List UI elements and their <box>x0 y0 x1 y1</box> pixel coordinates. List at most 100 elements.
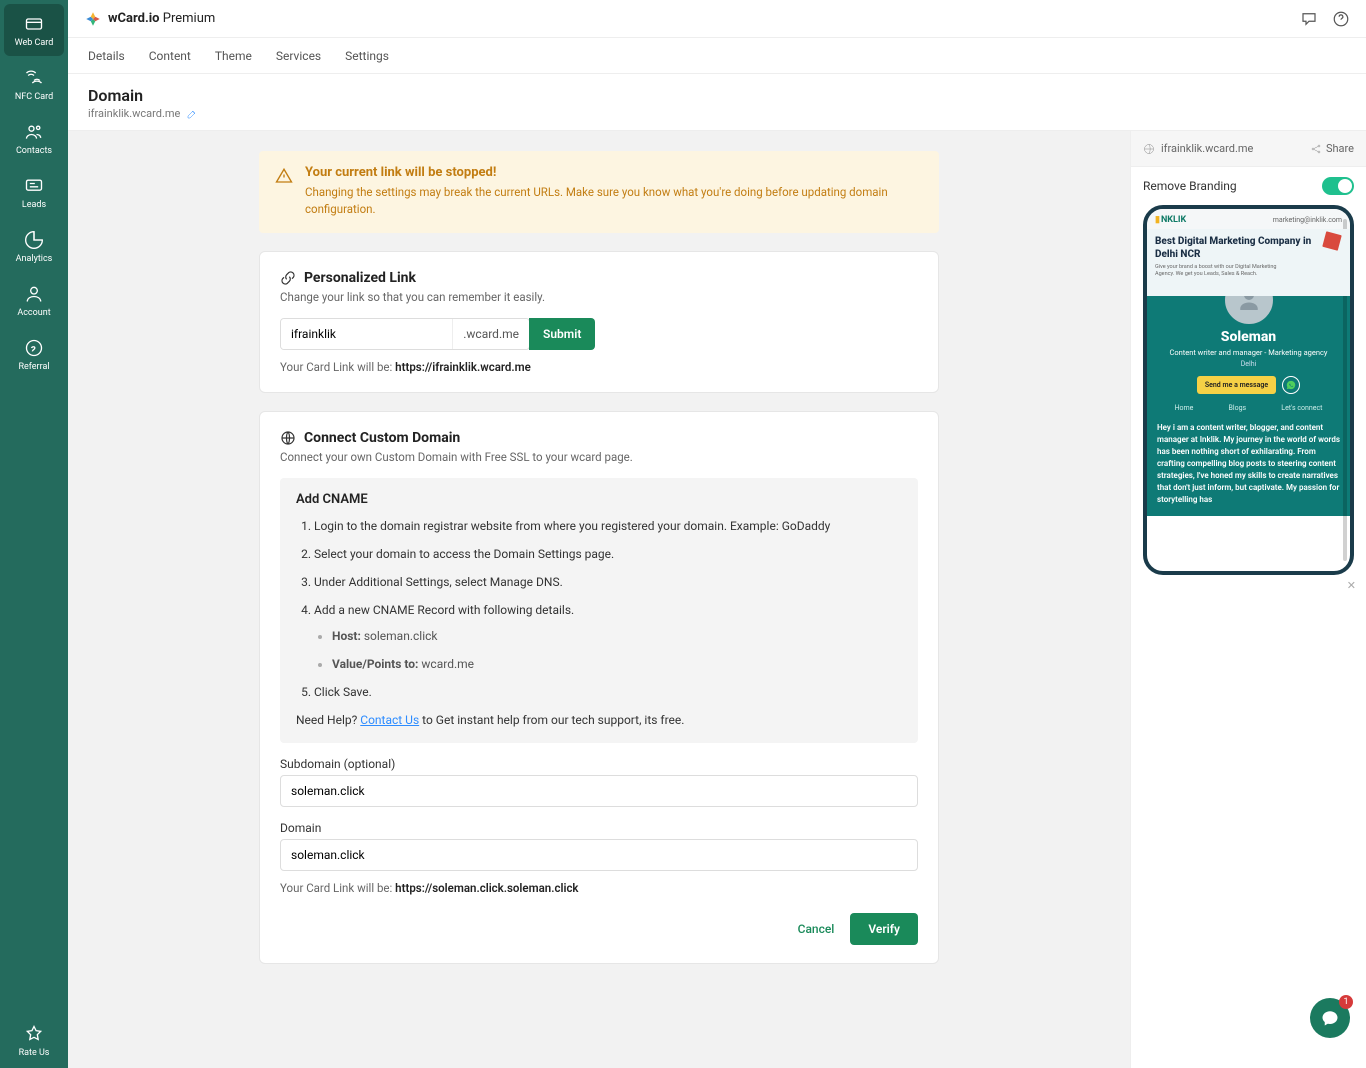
preview-hero-title: Best Digital Marketing Company in Delhi … <box>1155 235 1323 261</box>
sidebar-item-referral[interactable]: Referral <box>4 328 64 380</box>
sidebar-item-webcard[interactable]: Web Card <box>4 4 64 56</box>
branding-toggle[interactable] <box>1322 177 1354 195</box>
content-area: Your current link will be stopped! Chang… <box>68 131 1130 1068</box>
sidebar-item-label: Referral <box>18 362 49 372</box>
phone-preview: NKLIK marketing@inklik.com Best Digital … <box>1143 205 1354 575</box>
custom-domain-card: Connect Custom Domain Connect your own C… <box>259 411 939 964</box>
page-title: Domain <box>88 86 1346 105</box>
preview-panel: ifrainklik.wcard.me Share Remove Brandin… <box>1130 131 1366 1068</box>
card-icon <box>24 14 44 34</box>
domain-input[interactable] <box>280 839 918 871</box>
sidebar-item-label: Analytics <box>16 254 53 264</box>
referral-icon <box>24 338 44 358</box>
page-url: ifrainklik.wcard.me <box>88 107 180 120</box>
preview-hero: Best Digital Marketing Company in Delhi … <box>1147 229 1350 296</box>
verify-button[interactable]: Verify <box>850 913 918 945</box>
preview-bio: Hey i am a content writer, blogger, and … <box>1157 422 1340 506</box>
account-icon <box>24 284 44 304</box>
cube-icon <box>1322 231 1342 251</box>
cname-step-5: Click Save. <box>314 683 902 701</box>
subdomain-input[interactable] <box>280 775 918 807</box>
personalized-sub: Change your link so that you can remembe… <box>280 290 918 304</box>
cancel-button[interactable]: Cancel <box>798 922 835 936</box>
nfc-icon <box>24 68 44 88</box>
domain-label: Domain <box>280 821 918 835</box>
slug-input[interactable] <box>281 319 452 349</box>
link-note: Your Card Link will be: https://ifrainkl… <box>280 360 918 374</box>
cname-step-3: Under Additional Settings, select Manage… <box>314 573 902 591</box>
preview-cta[interactable]: Send me a message <box>1197 376 1276 394</box>
cname-title: Add CNAME <box>296 492 902 507</box>
chat-fab[interactable]: 1 <box>1310 998 1350 1038</box>
whatsapp-icon[interactable] <box>1282 376 1300 394</box>
brand-icon <box>84 10 102 28</box>
brand-tier: Premium <box>163 11 216 26</box>
tab-theme[interactable]: Theme <box>215 39 252 73</box>
cname-value: Value/Points to: wcard.me <box>332 655 902 673</box>
branding-label: Remove Branding <box>1143 179 1237 193</box>
content-wrap: Your current link will be stopped! Chang… <box>68 131 1366 1068</box>
cname-host: Host: soleman.click <box>332 627 902 645</box>
leads-icon <box>24 176 44 196</box>
close-preview-button[interactable]: ✕ <box>1131 575 1366 592</box>
custom-sub: Connect your own Custom Domain with Free… <box>280 450 918 464</box>
link-input-group: .wcard.me <box>280 318 530 350</box>
sidebar-item-label: Contacts <box>16 146 52 156</box>
tabs: Details Content Theme Services Settings <box>68 38 1366 74</box>
tab-content[interactable]: Content <box>149 39 191 73</box>
help-line: Need Help? Contact Us to Get instant hel… <box>296 711 902 729</box>
link-icon <box>280 270 296 286</box>
cname-step-1: Login to the domain registrar website fr… <box>314 517 902 535</box>
share-icon <box>1310 143 1322 155</box>
contact-link[interactable]: Contact Us <box>360 713 419 727</box>
main-area: wCard.io Premium Details Content Theme S… <box>68 0 1366 1068</box>
share-button[interactable]: Share <box>1310 142 1354 155</box>
preview-loc: Delhi <box>1157 360 1340 368</box>
topbar: wCard.io Premium <box>68 0 1366 38</box>
alert-icon <box>275 167 293 185</box>
page-header: Domain ifrainklik.wcard.me <box>68 74 1366 131</box>
warning-box: Your current link will be stopped! Chang… <box>259 151 939 233</box>
sidebar-item-label: Rate Us <box>19 1048 50 1058</box>
sidebar-item-analytics[interactable]: Analytics <box>4 220 64 272</box>
help-icon[interactable] <box>1332 10 1350 28</box>
preview-nav: Home Blogs Let's connect <box>1157 404 1340 412</box>
tab-details[interactable]: Details <box>88 39 125 73</box>
subdomain-label: Subdomain (optional) <box>280 757 918 771</box>
star-icon <box>24 1024 44 1044</box>
personalized-heading: Personalized Link <box>304 270 416 286</box>
cname-step-2: Select your domain to access the Domain … <box>314 545 902 563</box>
contacts-icon <box>24 122 44 142</box>
submit-button[interactable]: Submit <box>529 318 595 350</box>
sidebar-item-contacts[interactable]: Contacts <box>4 112 64 164</box>
sidebar-item-label: Web Card <box>15 38 54 48</box>
sidebar-item-rate[interactable]: Rate Us <box>4 1014 64 1066</box>
slug-suffix: .wcard.me <box>452 319 529 349</box>
globe-icon <box>280 430 296 446</box>
cname-step-4: Add a new CNAME Record with following de… <box>314 601 902 673</box>
sidebar-item-nfc[interactable]: NFC Card <box>4 58 64 110</box>
cname-box: Add CNAME Login to the domain registrar … <box>280 478 918 743</box>
chat-bubble-icon <box>1321 1009 1339 1027</box>
brand: wCard.io Premium <box>84 10 215 28</box>
preview-role: Content writer and manager - Marketing a… <box>1157 348 1340 358</box>
sidebar-item-label: Account <box>17 308 50 318</box>
analytics-icon <box>24 230 44 250</box>
tab-settings[interactable]: Settings <box>345 39 389 73</box>
preview-url: ifrainklik.wcard.me <box>1161 142 1253 155</box>
personalized-link-card: Personalized Link Change your link so th… <box>259 251 939 393</box>
sidebar-item-account[interactable]: Account <box>4 274 64 326</box>
sidebar-item-label: NFC Card <box>15 92 53 102</box>
result-note: Your Card Link will be: https://soleman.… <box>280 881 918 895</box>
chat-badge: 1 <box>1339 995 1353 1009</box>
tab-services[interactable]: Services <box>276 39 321 73</box>
custom-heading: Connect Custom Domain <box>304 430 460 446</box>
chat-icon[interactable] <box>1300 10 1318 28</box>
preview-bar: ifrainklik.wcard.me Share <box>1131 131 1366 167</box>
preview-logo: NKLIK <box>1155 215 1186 225</box>
sidebar-item-leads[interactable]: Leads <box>4 166 64 218</box>
edit-icon[interactable] <box>186 108 198 120</box>
branding-row: Remove Branding <box>1131 167 1366 205</box>
preview-topright: marketing@inklik.com <box>1273 216 1342 224</box>
globe-small-icon <box>1143 143 1155 155</box>
